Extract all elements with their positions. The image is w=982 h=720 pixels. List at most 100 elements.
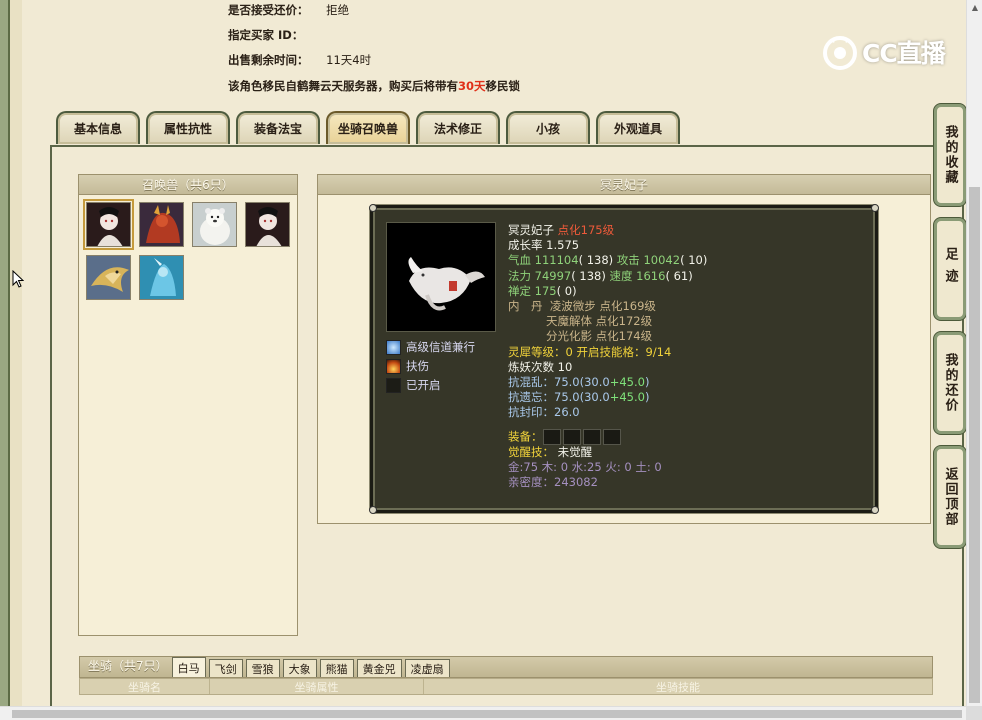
summon-list-title: 召唤兽（共6只） (79, 175, 297, 195)
buyer-id-row: 指定买家 ID： (228, 27, 317, 43)
cc-logo-icon (823, 36, 857, 70)
migration-notice: 该角色移民自鹤舞云天服务器，购买后将带有30天移民锁 (228, 78, 520, 94)
dark-slot-icon (386, 377, 401, 393)
mount-tab-1[interactable]: 白马 (171, 657, 206, 677)
summon-name: 冥灵妃子 (508, 223, 554, 237)
calm-value: 175 (534, 283, 557, 298)
res-seal-label: 抗封印： (508, 405, 554, 420)
tab-basic-info[interactable]: 基本信息 (56, 111, 140, 144)
summon-list-panel: 召唤兽（共6只） (78, 174, 298, 636)
mount-tab-2[interactable]: 飞剑 (208, 659, 243, 677)
equip-slot[interactable] (562, 428, 581, 445)
pet-thumb-3[interactable] (192, 202, 237, 247)
res-forget-close: ) (644, 390, 650, 405)
summon-stats: 冥灵妃子 点化175级 成长率 1.575 气血 111104( 138) 攻击… (508, 223, 707, 490)
equip-slot[interactable] (542, 428, 561, 445)
tab-attributes[interactable]: 属性抗性 (146, 111, 230, 144)
res-seal-value: 26.0 (554, 405, 580, 420)
footprints-button[interactable]: 足迹 (934, 218, 966, 320)
accept-counter-label: 是否接受还价： (228, 3, 309, 17)
res-forget-value: 75.0 (554, 390, 580, 405)
mount-tab-7[interactable]: 凌虚扇 (404, 659, 450, 677)
neidan-3-name: 分光化影 (546, 329, 592, 344)
mp-value: 74997 (534, 268, 572, 283)
left-frame-border (0, 0, 22, 710)
tab-child[interactable]: 小孩 (506, 111, 590, 144)
mount-tab-bar: 坐骑（共7只） 白马 飞剑 雪狼 大象 熊猫 黄金兕 凌虚扇 (79, 656, 933, 678)
hp-extra: ( 138) (578, 253, 614, 268)
mount-tab-6[interactable]: 黄金兕 (356, 659, 402, 677)
res-chaos-label: 抗混乱： (508, 375, 554, 390)
vertical-scroll-thumb[interactable] (969, 187, 980, 703)
accept-counter-row: 是否接受还价： 拒绝 (228, 2, 349, 18)
vertical-scrollbar[interactable]: ▲ (966, 0, 982, 706)
pet-thumb-5[interactable] (86, 255, 131, 300)
pet-thumb-2[interactable] (139, 202, 184, 247)
white-fox-lady-icon (87, 203, 130, 246)
spd-value: 1616 (636, 268, 666, 283)
skill-slots-label: 开启技能格： (576, 344, 646, 359)
spd-extra: ( 61) (665, 268, 693, 283)
neidan-1-name: 凌波微步 (549, 299, 596, 314)
my-counter-offer-button[interactable]: 我的还价 (934, 332, 966, 434)
white-fox-lady-icon (246, 203, 289, 246)
accept-counter-value: 拒绝 (326, 3, 350, 17)
spd-label: 速度 (609, 268, 633, 283)
card-corner-rivet (369, 506, 377, 514)
skill-row-1[interactable]: 高级信道兼行 (386, 339, 475, 355)
mount-col-name: 坐骑名 (80, 679, 210, 694)
migration-notice-suffix: 移民锁 (485, 79, 521, 93)
feather-skill-icon (386, 339, 401, 355)
skill-name: 已开启 (406, 378, 441, 392)
tab-appearance[interactable]: 外观道具 (596, 111, 680, 144)
elements-text: 金:75 木: 0 水:25 火: 0 土: 0 (508, 459, 662, 474)
awaken-value: 未觉醒 (557, 444, 593, 459)
pet-thumb-1[interactable] (83, 199, 134, 250)
horizontal-scroll-thumb[interactable] (12, 710, 962, 718)
res-chaos-bonus: +45.0 (609, 375, 645, 390)
summon-grid (79, 195, 297, 300)
card-corner-rivet (871, 204, 879, 212)
skill-row-2[interactable]: 扶伤 (386, 358, 429, 374)
res-forget-bonus: +45.0 (609, 390, 645, 405)
tab-equipment[interactable]: 装备法宝 (236, 111, 320, 144)
atk-value: 10042 (643, 253, 681, 268)
mount-col-attributes: 坐骑属性 (210, 679, 424, 694)
pet-thumb-6[interactable] (139, 255, 184, 300)
time-left-value: 11天4时 (326, 53, 372, 67)
tab-spell-correction[interactable]: 法术修正 (416, 111, 500, 144)
horizontal-scrollbar[interactable] (0, 706, 966, 720)
back-to-top-button[interactable]: 返回顶部 (934, 446, 966, 548)
lingxi-value: 0 (565, 344, 573, 359)
neidan-label: 内 丹 (508, 299, 543, 314)
growth-label: 成长率 (508, 238, 543, 253)
mount-tab-3[interactable]: 雪狼 (245, 659, 280, 677)
scroll-up-arrow-icon[interactable]: ▲ (970, 2, 980, 12)
res-forget-base: (30.0 (579, 390, 610, 405)
calm-label: 禅定 (508, 283, 531, 298)
intimacy-value: 243082 (554, 475, 598, 490)
mp-label: 法力 (508, 268, 531, 283)
equip-slot[interactable] (602, 428, 621, 445)
res-chaos-close: ) (644, 375, 650, 390)
buyer-id-label: 指定买家 ID： (228, 28, 304, 42)
calm-extra: ( 0) (556, 283, 577, 298)
white-fox-summon-image (387, 223, 495, 331)
neidan-2-name: 天魔解体 (546, 314, 592, 329)
character-tabs: 基本信息 属性抗性 装备法宝 坐骑召唤兽 法术修正 小孩 外观道具 (56, 111, 686, 144)
pet-thumb-4[interactable] (245, 202, 290, 247)
skill-row-3[interactable]: 已开启 (386, 377, 441, 393)
time-left-row: 出售剩余时间： 11天4时 (228, 52, 371, 68)
red-demon-icon (140, 203, 183, 246)
equip-slot[interactable] (582, 428, 601, 445)
atk-extra: ( 10) (680, 253, 708, 268)
footprints-label: 足迹 (942, 247, 958, 291)
mount-tab-4[interactable]: 大象 (282, 659, 317, 677)
mount-tab-5[interactable]: 熊猫 (319, 659, 354, 677)
my-counter-offer-label: 我的还价 (942, 353, 958, 413)
my-favorites-button[interactable]: 我的收藏 (934, 104, 966, 206)
tab-mounts-summons[interactable]: 坐骑召唤兽 (326, 111, 410, 144)
mount-col-skills: 坐骑技能 (656, 680, 700, 694)
skill-slots-value: 9/14 (645, 344, 672, 359)
time-left-label: 出售剩余时间： (228, 53, 309, 67)
